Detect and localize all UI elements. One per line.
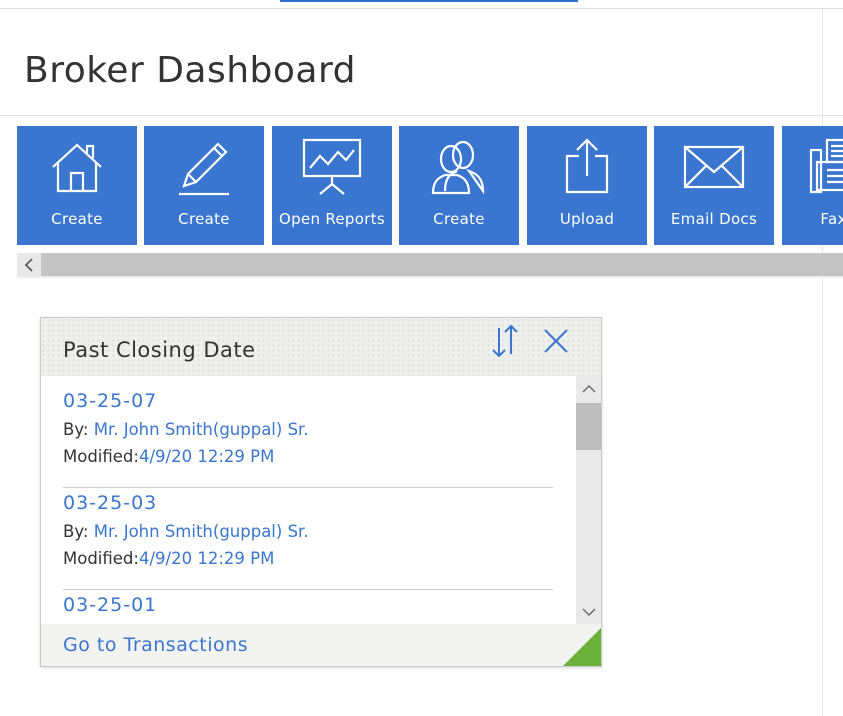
chevron-up-icon (582, 384, 595, 392)
by-label: By: (63, 522, 89, 541)
transaction-id-link[interactable]: 03-25-07 (63, 386, 553, 416)
vertical-scrollbar[interactable] (576, 376, 601, 624)
modified-label: Modified: (63, 549, 139, 568)
fax-icon (782, 134, 843, 199)
top-bar (0, 0, 843, 9)
chevron-down-icon (582, 608, 595, 616)
upload-icon (527, 134, 647, 199)
past-closing-date-widget: Past Closing Date 03-25-07 By: Mr. John … (40, 317, 602, 667)
tile-label: Create (51, 210, 103, 228)
users-icon (399, 134, 519, 199)
envelope-icon (654, 134, 774, 199)
modified-value: 4/9/20 12:29 PM (138, 549, 275, 568)
tile-label: Create (433, 210, 485, 228)
modified-label: Modified: (63, 447, 139, 466)
close-button[interactable] (541, 326, 571, 356)
list-item[interactable]: 03-25-03 By: Mr. John Smith(guppal) Sr. … (63, 488, 553, 590)
tile-label: Create (178, 210, 230, 228)
modified-value: 4/9/20 12:29 PM (138, 447, 275, 466)
top-accent-line (280, 0, 578, 2)
tile-create-users[interactable]: Create (399, 126, 519, 245)
action-tiles: Create Create Open Reports Create Upload… (17, 126, 843, 245)
by-row: By: Mr. John Smith(guppal) Sr. (63, 518, 553, 545)
scroll-down-button[interactable] (576, 599, 601, 624)
scroll-up-button[interactable] (576, 376, 601, 401)
title-divider (0, 115, 843, 116)
tile-fax-docs[interactable]: Fax D (782, 126, 843, 245)
tile-label: Fax D (820, 210, 843, 228)
tile-create-home[interactable]: Create (17, 126, 137, 245)
by-row: By: Mr. John Smith(guppal) Sr. (63, 416, 553, 443)
pen-icon (144, 134, 264, 199)
scroll-left-button[interactable] (17, 253, 41, 276)
page-title: Broker Dashboard (24, 50, 356, 91)
sort-arrows-icon (492, 324, 518, 358)
by-value: Mr. John Smith(guppal) Sr. (93, 420, 309, 439)
tile-email-docs[interactable]: Email Docs (654, 126, 774, 245)
tile-label: Email Docs (670, 210, 758, 228)
tile-create-pen[interactable]: Create (144, 126, 264, 245)
transaction-id-link[interactable]: 03-25-03 (63, 488, 553, 518)
sort-button[interactable] (489, 322, 521, 360)
by-value: Mr. John Smith(guppal) Sr. (93, 522, 309, 541)
horizontal-scrollbar[interactable] (17, 253, 843, 276)
transaction-id-link[interactable]: 03-25-01 (63, 590, 553, 620)
scroll-thumb[interactable] (576, 403, 601, 450)
widget-header: Past Closing Date (41, 318, 601, 376)
tile-upload[interactable]: Upload (527, 126, 647, 245)
presentation-chart-icon (272, 134, 392, 199)
widget-list: 03-25-07 By: Mr. John Smith(guppal) Sr. … (41, 376, 601, 624)
resize-corner[interactable] (563, 628, 601, 666)
chevron-left-icon (24, 257, 33, 272)
by-label: By: (63, 420, 89, 439)
modified-row: Modified:4/9/20 12:29 PM (63, 443, 553, 470)
close-icon (544, 329, 568, 353)
tile-label: Upload (559, 210, 615, 228)
tile-label: Open Reports (279, 210, 385, 228)
home-icon (17, 134, 137, 199)
list-item[interactable]: 03-25-01 (63, 590, 553, 620)
widget-footer: Go to Transactions (41, 624, 601, 666)
go-to-transactions-link[interactable]: Go to Transactions (63, 634, 248, 656)
modified-row: Modified:4/9/20 12:29 PM (63, 545, 553, 572)
widget-title: Past Closing Date (63, 338, 256, 362)
tile-open-reports[interactable]: Open Reports (272, 126, 392, 245)
list-item[interactable]: 03-25-07 By: Mr. John Smith(guppal) Sr. … (63, 386, 553, 488)
scrollbar-bottom-line (17, 276, 843, 278)
